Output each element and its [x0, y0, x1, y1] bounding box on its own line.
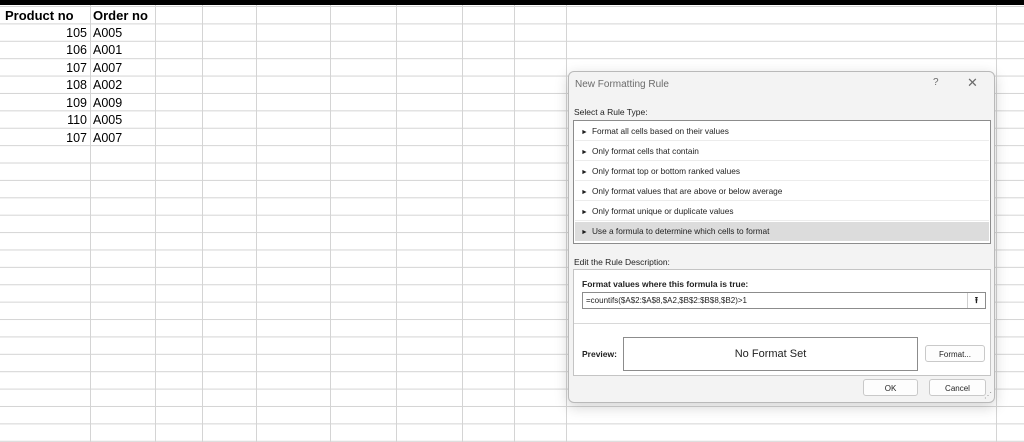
rule-type-text: Format all cells based on their values	[591, 126, 729, 136]
formula-label: Format values where this formula is true…	[582, 279, 749, 289]
column-divider	[330, 5, 331, 442]
column-divider	[90, 5, 91, 442]
column-divider	[155, 5, 156, 442]
resize-grip-icon[interactable]: ⋰	[984, 391, 992, 400]
cell-order[interactable]: A009	[93, 95, 122, 112]
preview-label: Preview:	[582, 349, 617, 359]
rule-type-item[interactable]: ► Only format values that are above or be…	[575, 182, 989, 201]
cell-order[interactable]: A007	[93, 60, 122, 77]
rule-type-text: Only format values that are above or bel…	[591, 186, 783, 196]
formula-input[interactable]: =countifs($A$2:$A$8,$A2,$B$2:$B$8,$B2)>1…	[582, 292, 986, 309]
cell-product[interactable]: 107	[30, 130, 87, 147]
divider	[574, 323, 990, 324]
rule-type-item[interactable]: ► Format all cells based on their values	[575, 122, 989, 141]
rule-type-item[interactable]: ► Only format cells that contain	[575, 142, 989, 161]
cell-product[interactable]: 110	[30, 112, 87, 129]
cell-order[interactable]: A005	[93, 112, 122, 129]
cell-product[interactable]: 108	[30, 77, 87, 94]
format-button[interactable]: Format...	[925, 345, 985, 362]
preview-box: No Format Set	[623, 337, 918, 371]
cancel-button[interactable]: Cancel	[929, 379, 986, 396]
rule-description-label: Edit the Rule Description:	[574, 257, 670, 267]
dialog-title: New Formatting Rule	[575, 79, 669, 90]
arrow-icon: ►	[581, 229, 588, 236]
formula-text: =countifs($A$2:$A$8,$A2,$B$2:$B$8,$B2)>1	[586, 296, 748, 305]
cell-product[interactable]: 107	[30, 60, 87, 77]
column-divider	[462, 5, 463, 442]
column-divider	[256, 5, 257, 442]
header-order-no[interactable]: Order no	[93, 7, 148, 24]
arrow-icon: ►	[581, 209, 588, 216]
rule-type-text: Only format unique or duplicate values	[591, 206, 734, 216]
help-icon[interactable]: ?	[933, 77, 939, 88]
cell-order[interactable]: A007	[93, 130, 122, 147]
arrow-icon: ►	[581, 189, 588, 196]
cell-order[interactable]: A005	[93, 25, 122, 42]
cell-product[interactable]: 106	[30, 42, 87, 59]
header-product-no[interactable]: Product no	[5, 7, 74, 24]
rule-type-text: Only format cells that contain	[591, 146, 699, 156]
cell-product[interactable]: 109	[30, 95, 87, 112]
column-divider	[202, 5, 203, 442]
rule-type-text: Only format top or bottom ranked values	[591, 166, 740, 176]
rule-type-item[interactable]: ► Only format top or bottom ranked values	[575, 162, 989, 181]
rule-type-item[interactable]: ► Only format unique or duplicate values	[575, 202, 989, 221]
arrow-icon: ►	[581, 149, 588, 156]
top-bar	[0, 0, 1024, 5]
rule-type-item-selected[interactable]: ► Use a formula to determine which cells …	[575, 222, 989, 241]
column-divider	[566, 5, 567, 442]
collapse-dialog-button[interactable]: ⭱	[967, 293, 985, 308]
column-divider	[996, 5, 997, 442]
rule-type-label: Select a Rule Type:	[574, 107, 648, 117]
cell-order[interactable]: A001	[93, 42, 122, 59]
rule-type-list[interactable]: ► Format all cells based on their values …	[573, 120, 991, 244]
arrow-icon: ►	[581, 129, 588, 136]
arrow-icon: ►	[581, 169, 588, 176]
rule-description-panel: Format values where this formula is true…	[573, 269, 991, 376]
cell-order[interactable]: A002	[93, 77, 122, 94]
close-icon[interactable]: ✕	[967, 75, 978, 91]
rule-type-text: Use a formula to determine which cells t…	[591, 226, 770, 236]
column-divider	[514, 5, 515, 442]
cell-product[interactable]: 105	[30, 25, 87, 42]
ok-button[interactable]: OK	[863, 379, 918, 396]
new-formatting-rule-dialog: New Formatting Rule ? ✕ Select a Rule Ty…	[568, 71, 995, 403]
column-divider	[396, 5, 397, 442]
